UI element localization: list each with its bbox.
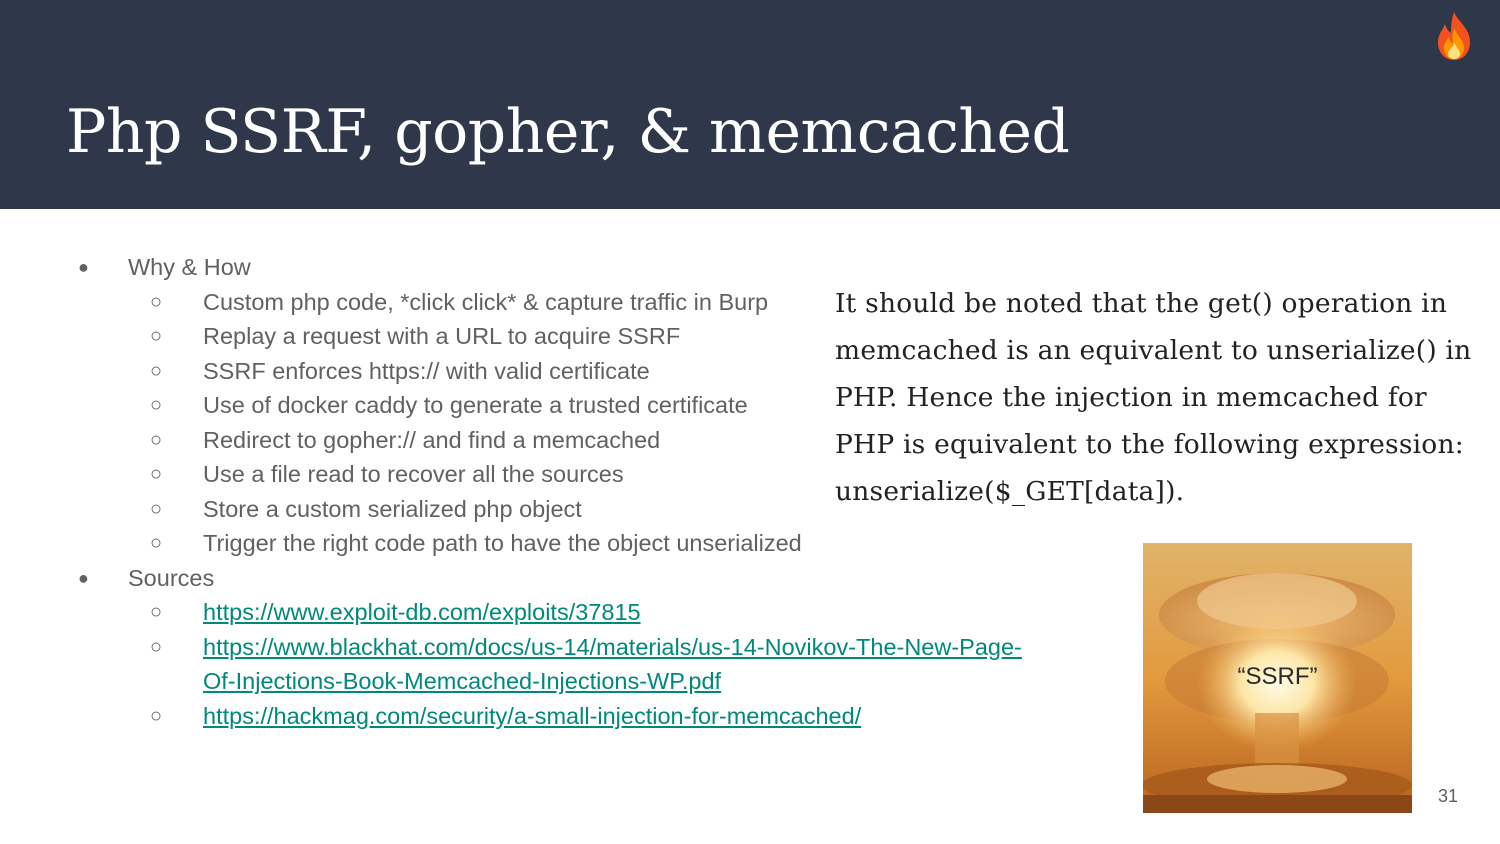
sub-bullet-marker: ○: [150, 601, 163, 623]
bullet-marker: ●: [78, 567, 89, 588]
source-item: ○ https://www.exploit-db.com/exploits/378…: [0, 595, 1023, 630]
sub-bullet-text: Trigger the right code path to have the …: [203, 530, 802, 556]
sub-bullet-marker: ○: [150, 497, 163, 520]
sub-bullet-marker: ○: [150, 290, 163, 313]
sub-bullet-text: Use a file read to recover all the sourc…: [203, 461, 624, 487]
sub-bullet-text: Use of docker caddy to generate a truste…: [203, 392, 748, 418]
quote-line: It should be noted that the get() operat…: [835, 288, 1448, 319]
quote-line: memcached is an equivalent to unserializ…: [835, 335, 1472, 366]
sub-bullet-marker: ○: [150, 704, 163, 727]
source-link-exploit-db[interactable]: https://www.exploit-db.com/exploits/3781…: [203, 599, 641, 625]
sub-bullet-marker: ○: [150, 325, 163, 347]
quote-line: PHP is equivalent to the following expre…: [835, 429, 1464, 460]
sub-bullet-marker: ○: [150, 463, 163, 485]
source-link-hackmag[interactable]: https://hackmag.com/security/a-small-inj…: [203, 703, 861, 729]
quote-image: It should be noted that the get() operat…: [835, 282, 1475, 517]
sub-bullet-marker: ○: [150, 635, 163, 658]
sub-bullet-text: SSRF enforces https:// with valid certif…: [203, 357, 650, 384]
slide-header: Php SSRF, gopher, & memcached: [0, 0, 1500, 209]
sub-bullet-marker: ○: [150, 428, 163, 451]
explosion-caption: “SSRF”: [1237, 663, 1318, 690]
fire-icon: [1438, 12, 1470, 60]
slide-title: Php SSRF, gopher, & memcached: [66, 97, 1070, 167]
bullet-text: Why & How: [128, 254, 251, 280]
explosion-image: “SSRF”: [1143, 543, 1412, 813]
sub-bullet: ○ Trigger the right code path to have the…: [0, 526, 1023, 561]
bullet-why-how: ● Why & How: [0, 250, 1023, 285]
source-link-blackhat[interactable]: https://www.blackhat.com/docs/us-14/mate…: [203, 634, 1022, 695]
sub-bullet-text: Custom php code, *click click* & capture…: [203, 288, 769, 315]
quote-line: unserialize($_GET[data]).: [835, 476, 1185, 507]
sub-bullet-marker: ○: [150, 394, 163, 416]
quote-line: PHP. Hence the injection in memcached fo…: [835, 382, 1427, 413]
bullet-sources: ● Sources: [0, 561, 1023, 596]
bullet-marker: ●: [78, 257, 89, 277]
sub-bullet-marker: ○: [150, 359, 163, 382]
sub-bullet-marker: ○: [150, 532, 163, 554]
sub-bullet-text: Replay a request with a URL to acquire S…: [203, 323, 681, 349]
bullet-text: Sources: [128, 564, 215, 591]
source-item: ○ https://hackmag.com/security/a-small-in…: [0, 699, 1023, 734]
page-number: 31: [1438, 786, 1459, 806]
sub-bullet-text: Store a custom serialized php object: [203, 495, 582, 522]
sub-bullet-text: Redirect to gopher:// and find a memcach…: [203, 426, 661, 453]
source-item: ○ https://www.blackhat.com/docs/us-14/mat…: [0, 630, 1023, 699]
